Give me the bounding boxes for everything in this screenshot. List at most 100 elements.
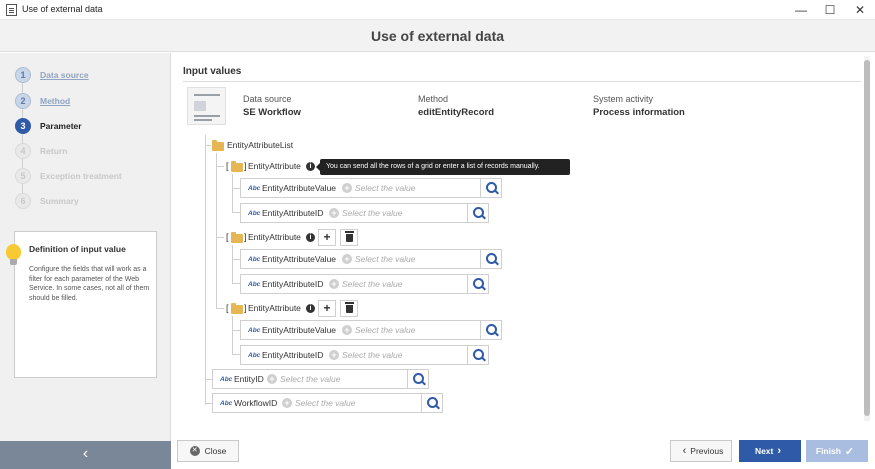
field-name: EntityAttributeID — [262, 350, 324, 360]
step-connector — [22, 184, 23, 193]
add-variable-icon[interactable]: + — [329, 350, 339, 360]
tree-line — [205, 135, 206, 405]
step-exception-treatment: 5 Exception treatment — [15, 168, 122, 184]
bracket-close: ] — [244, 161, 247, 171]
search-button[interactable] — [407, 369, 429, 389]
info-icon[interactable]: i — [306, 233, 315, 242]
step-return: 4 Return — [15, 143, 67, 159]
close-button-label: Close — [204, 446, 227, 456]
system-activity-label: System activity — [593, 94, 654, 104]
step-number: 2 — [15, 93, 31, 109]
tree-line — [232, 259, 240, 260]
delete-row-button[interactable] — [340, 229, 358, 246]
minimize-button[interactable]: — — [786, 0, 816, 20]
vertical-scrollbar[interactable] — [864, 56, 870, 421]
tooltip: You can send all the rows of a grid or e… — [316, 159, 570, 175]
search-button[interactable] — [480, 320, 502, 340]
main-panel: Input values Data source SE Workflow Met… — [172, 53, 875, 441]
tree-line — [232, 354, 240, 355]
delete-row-button[interactable] — [340, 300, 358, 317]
step-connector — [22, 83, 23, 93]
add-row-button[interactable]: + — [318, 229, 336, 246]
search-button[interactable] — [480, 249, 502, 269]
step-data-source[interactable]: 1 Data source — [15, 67, 89, 83]
entity-id-field[interactable]: Abc EntityID + Select the value — [212, 369, 429, 389]
search-button[interactable] — [480, 178, 502, 198]
entity-attribute-value-field[interactable]: Abc EntityAttributeValue + Select the va… — [240, 249, 502, 269]
entity-attribute-label: EntityAttribute — [248, 303, 301, 313]
text-type-icon: Abc — [248, 281, 261, 288]
add-variable-icon[interactable]: + — [342, 254, 352, 264]
entity-attribute-id-field[interactable]: Abc EntityAttributeID + Select the value — [240, 203, 489, 223]
lightbulb-icon — [6, 244, 21, 265]
text-type-icon: Abc — [248, 352, 261, 359]
app-icon — [6, 4, 17, 16]
step-number: 1 — [15, 67, 31, 83]
value-placeholder[interactable]: Select the value — [280, 374, 340, 384]
next-button[interactable]: Next › — [739, 440, 801, 462]
add-variable-icon[interactable]: + — [342, 183, 352, 193]
previous-button-label: Previous — [690, 446, 724, 456]
scrollbar-thumb[interactable] — [864, 60, 870, 416]
infobox-text: Configure the fields that will work as a… — [29, 266, 150, 302]
tree-line — [216, 153, 217, 309]
document-icon — [187, 87, 226, 125]
infobox-title: Definition of input value — [29, 244, 126, 254]
entity-attribute-id-field[interactable]: Abc EntityAttributeID + Select the value — [240, 274, 489, 294]
step-method[interactable]: 2 Method — [15, 93, 70, 109]
tree-line — [232, 188, 240, 189]
maximize-button[interactable]: ☐ — [815, 0, 845, 20]
value-placeholder[interactable]: Select the value — [342, 350, 402, 360]
close-button[interactable]: ✕ Close — [177, 440, 239, 462]
next-button-label: Next — [754, 446, 774, 456]
entity-attribute-id-field[interactable]: Abc EntityAttributeID + Select the value — [240, 345, 489, 365]
search-button[interactable] — [421, 393, 443, 413]
dialog-header: Use of external data — [0, 20, 875, 52]
value-placeholder[interactable]: Select the value — [342, 279, 402, 289]
text-type-icon: Abc — [248, 210, 261, 217]
collapse-sidebar-button[interactable]: ‹ — [0, 441, 171, 469]
entity-attribute-value-field[interactable]: Abc EntityAttributeValue + Select the va… — [240, 320, 502, 340]
text-type-icon: Abc — [248, 185, 261, 192]
add-variable-icon[interactable]: + — [282, 398, 292, 408]
text-type-icon: Abc — [220, 376, 233, 383]
value-placeholder[interactable]: Select the value — [355, 183, 415, 193]
workflow-id-field[interactable]: Abc WorkflowID + Select the value — [212, 393, 443, 413]
step-label: Summary — [40, 196, 79, 206]
info-icon[interactable]: i — [306, 162, 315, 171]
info-icon[interactable]: i — [306, 304, 315, 313]
chevron-right-icon: › — [777, 445, 782, 457]
value-placeholder[interactable]: Select the value — [355, 325, 415, 335]
entity-attribute-value-field[interactable]: Abc EntityAttributeValue + Select the va… — [240, 178, 502, 198]
entity-attribute-label: EntityAttribute — [248, 161, 301, 171]
step-label: Exception treatment — [40, 171, 122, 181]
value-placeholder[interactable]: Select the value — [295, 398, 355, 408]
step-parameter: 3 Parameter — [15, 118, 82, 134]
add-variable-icon[interactable]: + — [329, 208, 339, 218]
add-variable-icon[interactable]: + — [267, 374, 277, 384]
value-placeholder[interactable]: Select the value — [355, 254, 415, 264]
window-title: Use of external data — [22, 4, 103, 14]
bracket-close: ] — [244, 303, 247, 313]
close-icon: ✕ — [189, 446, 200, 456]
folder-icon — [231, 303, 243, 314]
value-placeholder[interactable]: Select the value — [342, 208, 402, 218]
add-variable-icon[interactable]: + — [342, 325, 352, 335]
chevron-left-icon: ‹ — [82, 445, 89, 462]
search-button[interactable] — [467, 274, 489, 294]
field-name: EntityID — [234, 374, 264, 384]
step-connector — [22, 159, 23, 168]
tree-line — [205, 379, 212, 380]
finish-button: Finish ✓ — [806, 440, 868, 462]
search-button[interactable] — [467, 203, 489, 223]
close-window-button[interactable]: ✕ — [845, 0, 875, 20]
field-name: WorkflowID — [234, 398, 278, 408]
dialog-title: Use of external data — [370, 28, 505, 44]
add-variable-icon[interactable]: + — [329, 279, 339, 289]
bracket-open: [ — [226, 232, 229, 242]
search-button[interactable] — [467, 345, 489, 365]
add-row-button[interactable]: + — [318, 300, 336, 317]
previous-button[interactable]: ‹ Previous — [670, 440, 732, 462]
text-type-icon: Abc — [220, 400, 233, 407]
tree-line — [216, 308, 224, 309]
